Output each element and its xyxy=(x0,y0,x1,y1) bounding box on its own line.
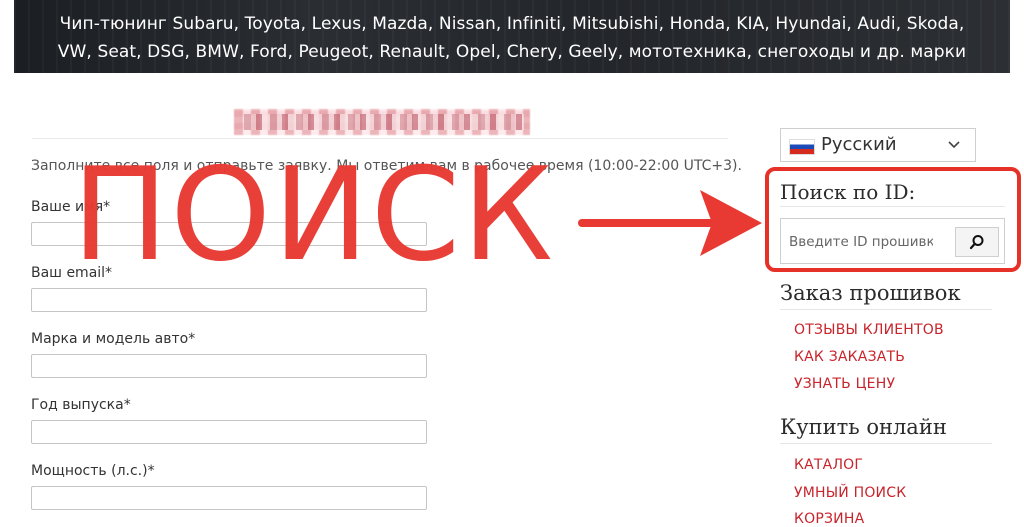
header-banner: Чип-тюнинг Subaru, Toyota, Lexus, Mazda,… xyxy=(14,0,1010,73)
arrow-right-icon xyxy=(578,190,762,256)
link-get-price[interactable]: УЗНАТЬ ЦЕНУ xyxy=(794,376,895,392)
flag-ru-icon xyxy=(789,139,815,155)
year-field[interactable] xyxy=(31,420,427,444)
title-divider xyxy=(32,138,728,139)
search-button[interactable] xyxy=(955,227,999,257)
buy-widget-divider xyxy=(780,443,992,444)
email-field[interactable] xyxy=(31,288,427,312)
search-overlay-text: ПОИСК xyxy=(72,141,555,290)
banner-text-line-2: VW, Seat, DSG, BMW, Ford, Peugeot, Renau… xyxy=(57,42,967,62)
banner-text-line-1: Чип-тюнинг Subaru, Toyota, Lexus, Mazda,… xyxy=(59,14,965,34)
link-customer-reviews[interactable]: ОТЗЫВЫ КЛИЕНТОВ xyxy=(794,322,944,338)
language-select-value: Русский xyxy=(821,134,897,155)
search-input[interactable] xyxy=(787,229,935,255)
link-smart-search[interactable]: УМНЫЙ ПОИСК xyxy=(794,485,906,501)
buy-widget-title: Купить онлайн xyxy=(780,415,947,439)
orders-widget-title: Заказ прошивок xyxy=(780,281,961,305)
language-select[interactable]: Русский xyxy=(780,128,976,162)
power-field-label: Мощность (л.с.)* xyxy=(31,463,155,479)
link-how-to-order[interactable]: КАК ЗАКАЗАТЬ xyxy=(794,349,905,365)
chevron-down-icon xyxy=(948,141,960,149)
car-model-field[interactable] xyxy=(31,354,427,378)
year-field-label: Год выпуска* xyxy=(31,397,131,413)
search-widget-title: Поиск по ID: xyxy=(780,180,916,204)
power-field[interactable] xyxy=(31,486,427,510)
search-widget-divider xyxy=(780,206,1005,207)
search-icon xyxy=(969,235,984,250)
search-form xyxy=(780,218,1005,264)
link-cart[interactable]: КОРЗИНА xyxy=(794,511,864,527)
pixelated-page-title-blocks xyxy=(244,114,524,130)
orders-widget-divider xyxy=(780,309,992,310)
link-catalog[interactable]: КАТАЛОГ xyxy=(794,457,863,473)
car-model-field-label: Марка и модель авто* xyxy=(31,331,196,347)
